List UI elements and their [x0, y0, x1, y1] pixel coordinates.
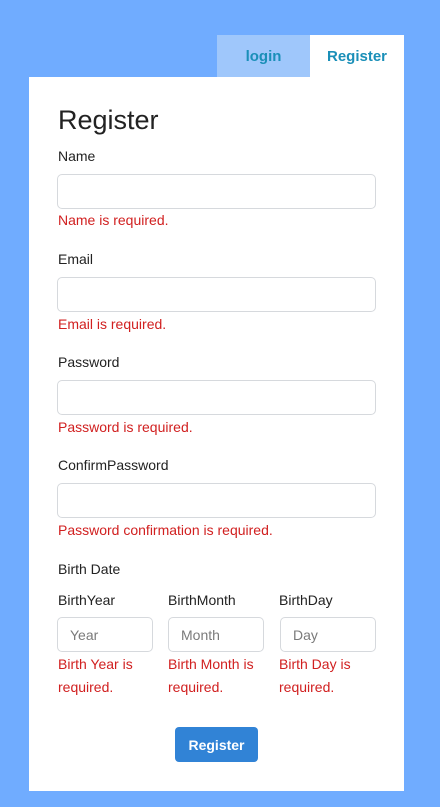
confirm-password-error: Password confirmation is required.: [58, 522, 273, 538]
tab-register[interactable]: Register: [310, 35, 404, 77]
name-input[interactable]: [57, 174, 376, 209]
birth-month-label: BirthMonth: [168, 592, 236, 608]
email-error: Email is required.: [58, 316, 167, 332]
name-error: Name is required.: [58, 212, 169, 228]
email-label: Email: [58, 251, 94, 267]
birth-day-error: Birth Day is required.: [279, 656, 351, 695]
birth-month-error: Birth Month is required.: [168, 656, 254, 695]
auth-tabs: login Register: [217, 35, 404, 77]
password-error: Password is required.: [58, 419, 193, 435]
birth-year-input[interactable]: [57, 617, 153, 652]
birth-year-label: BirthYear: [58, 592, 116, 608]
email-input[interactable]: [57, 277, 376, 312]
confirm-password-input[interactable]: [57, 483, 376, 518]
birth-month-input[interactable]: [168, 617, 264, 652]
confirm-password-label: ConfirmPassword: [58, 457, 169, 473]
birth-day-label: BirthDay: [279, 592, 333, 608]
password-input[interactable]: [57, 380, 376, 415]
birth-year-error: Birth Year is required.: [58, 656, 133, 695]
birth-day-input[interactable]: [280, 617, 376, 652]
register-card: Register Name Name is required. Email Em…: [29, 77, 404, 791]
name-label: Name: [58, 148, 96, 164]
birth-date-label: Birth Date: [58, 561, 121, 577]
page-title: Register: [58, 105, 159, 135]
tab-login[interactable]: login: [217, 35, 310, 77]
register-button[interactable]: Register: [175, 727, 258, 762]
password-label: Password: [58, 354, 120, 370]
